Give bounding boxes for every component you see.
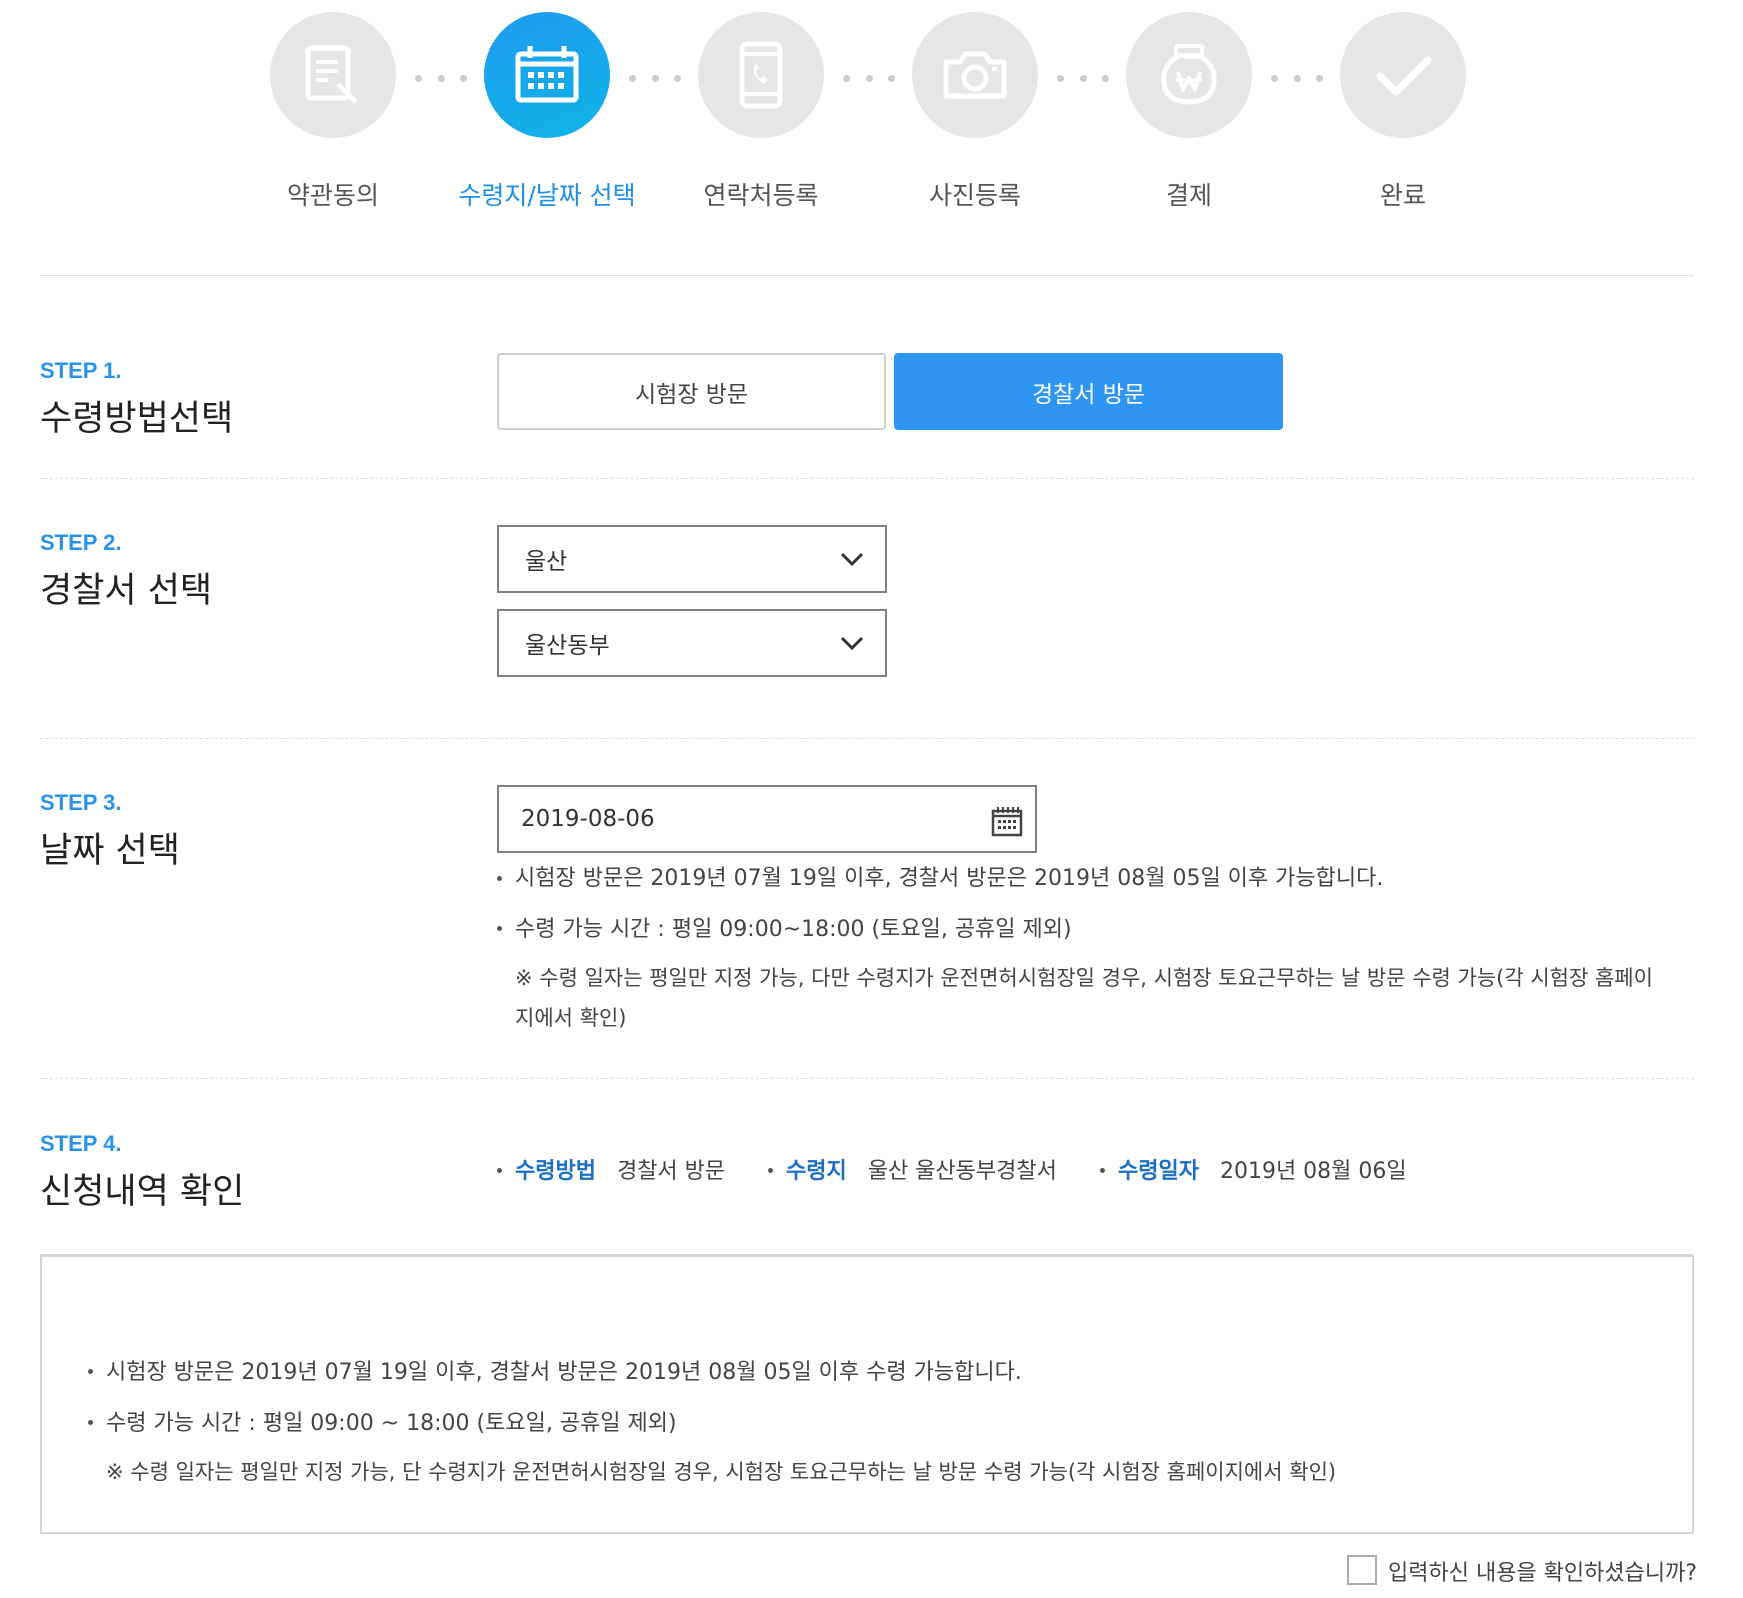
step-label: 사진등록 xyxy=(928,181,1021,210)
summary-key: 수령방법 xyxy=(515,1159,596,1184)
step-label: 완료 xyxy=(1379,181,1426,210)
step-label: 연락처등록 xyxy=(703,181,819,210)
info-remark: ※ 수령 일자는 평일만 지정 가능, 단 수령지가 운전면허시험장일 경우, … xyxy=(106,1460,1337,1484)
summary-key: 수령일자 xyxy=(1118,1159,1199,1184)
step1-number: STEP 1. xyxy=(40,358,122,383)
summary-location: 수령지 울산 울산동부경찰서 xyxy=(786,1153,1057,1185)
divider xyxy=(40,275,1694,276)
step-label: 수령지/날짜 선택 xyxy=(458,181,636,210)
divider xyxy=(40,738,1694,739)
summary-method: 수령방법 경찰서 방문 xyxy=(515,1153,725,1185)
step3-title: 날짜 선택 xyxy=(40,831,180,871)
progress-step-complete: 완료 xyxy=(1313,12,1493,212)
step-circle xyxy=(484,12,610,138)
step-label: 결제 xyxy=(1165,181,1212,210)
progress-step-location-date: 수령지/날짜 선택 xyxy=(457,12,637,212)
test-center-visit-button[interactable]: 시험장 방문 xyxy=(497,353,886,430)
date-remark: ※ 수령 일자는 평일만 지정 가능, 다만 수령지가 운전면허시험장일 경우,… xyxy=(515,966,1653,990)
step-circle xyxy=(1340,12,1466,138)
summary-date: 수령일자 2019년 08월 06일 xyxy=(1118,1153,1407,1185)
date-input[interactable]: 2019-08-06 xyxy=(497,785,1037,853)
police-station-select[interactable]: 울산동부 xyxy=(497,609,887,677)
step-circle xyxy=(270,12,396,138)
date-input-value: 2019-08-06 xyxy=(521,806,655,832)
calendar-icon xyxy=(515,46,579,103)
step4-number: STEP 4. xyxy=(40,1131,122,1156)
divider xyxy=(40,478,1694,479)
camera-icon xyxy=(943,51,1007,99)
bullet xyxy=(1100,1168,1105,1173)
step-label: 약관동의 xyxy=(286,181,379,210)
region-select-value: 울산 xyxy=(525,549,568,575)
progress-steps: 약관동의 수령지/날짜 선택 연락처등록 사진등록 결제 완료 xyxy=(0,0,1743,230)
step2-number: STEP 2. xyxy=(40,530,122,555)
date-note: 시험장 방문은 2019년 07월 19일 이후, 경찰서 방문은 2019년 … xyxy=(515,866,1384,891)
confirm-checkbox[interactable] xyxy=(1347,1555,1377,1585)
won-bag-icon xyxy=(1161,44,1217,105)
progress-step-payment: 결제 xyxy=(1099,12,1279,212)
bullet xyxy=(88,1420,93,1425)
region-select[interactable]: 울산 xyxy=(497,525,887,593)
progress-step-contact: 연락처등록 xyxy=(671,12,851,212)
chevron-down-icon xyxy=(840,552,864,567)
chevron-down-icon xyxy=(840,636,864,651)
step1-title: 수령방법선택 xyxy=(40,399,234,439)
bullet xyxy=(497,926,502,931)
info-box: 시험장 방문은 2019년 07월 19일 이후, 경찰서 방문은 2019년 … xyxy=(40,1254,1694,1534)
progress-step-terms: 약관동의 xyxy=(243,12,423,212)
summary-key: 수령지 xyxy=(786,1159,847,1184)
divider xyxy=(40,1078,1694,1079)
calendar-icon[interactable] xyxy=(991,805,1023,837)
bullet xyxy=(497,1168,502,1173)
bullet xyxy=(768,1168,773,1173)
date-note: 수령 가능 시간 : 평일 09:00~18:00 (토요일, 공휴일 제외) xyxy=(515,917,1072,942)
step-circle xyxy=(1126,12,1252,138)
info-note: 수령 가능 시간 : 평일 09:00 ~ 18:00 (토요일, 공휴일 제외… xyxy=(106,1411,677,1436)
summary-value: 2019년 08월 06일 xyxy=(1219,1159,1407,1184)
phone-icon xyxy=(739,41,783,109)
summary-value: 울산 울산동부경찰서 xyxy=(867,1159,1057,1184)
check-icon xyxy=(1376,56,1432,96)
step-circle xyxy=(912,12,1038,138)
summary-value: 경찰서 방문 xyxy=(616,1159,726,1184)
bullet xyxy=(497,876,502,881)
date-remark-continued: 지에서 확인) xyxy=(515,1006,627,1030)
step2-title: 경찰서 선택 xyxy=(40,571,213,611)
police-station-select-value: 울산동부 xyxy=(525,633,610,659)
confirm-label[interactable]: 입력하신 내용을 확인하셨습니까? xyxy=(1388,1555,1697,1587)
step-circle xyxy=(698,12,824,138)
info-note: 시험장 방문은 2019년 07월 19일 이후, 경찰서 방문은 2019년 … xyxy=(106,1360,1022,1385)
step4-title: 신청내역 확인 xyxy=(40,1172,245,1212)
bullet xyxy=(88,1369,93,1374)
progress-step-photo: 사진등록 xyxy=(885,12,1065,212)
step3-number: STEP 3. xyxy=(40,790,122,815)
police-station-visit-button[interactable]: 경찰서 방문 xyxy=(894,353,1283,430)
document-pen-icon xyxy=(305,45,358,104)
